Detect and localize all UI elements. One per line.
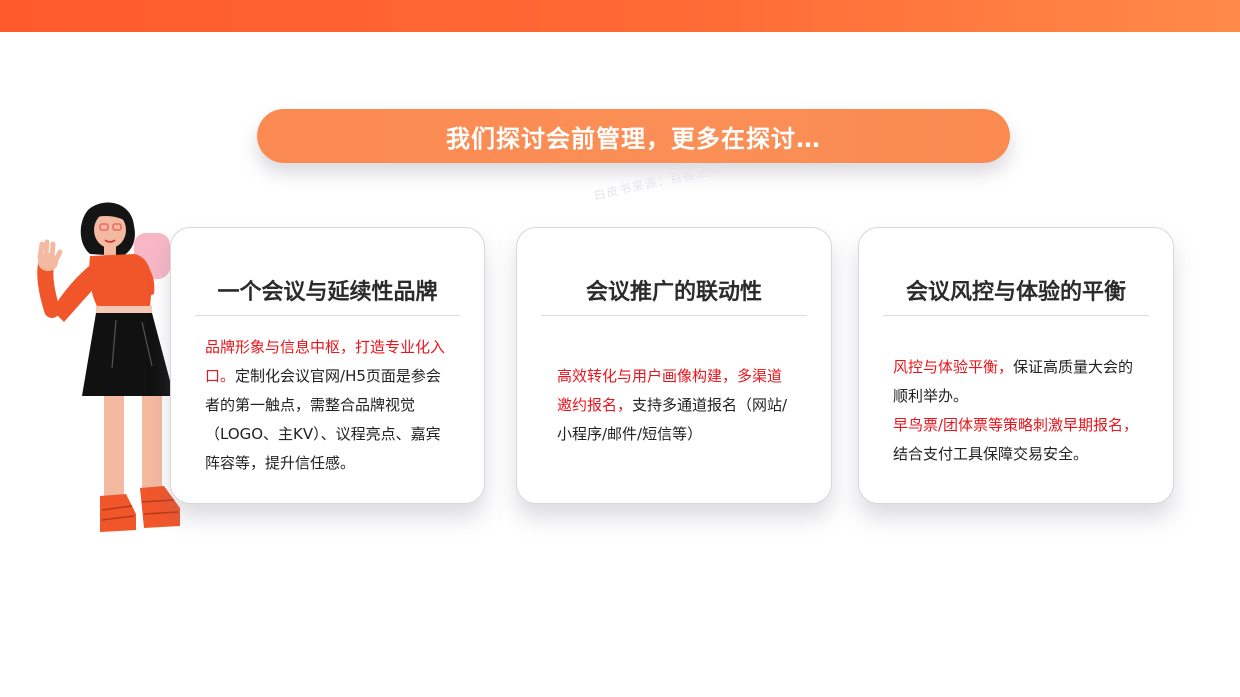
card-body-text-2: 结合支付工具保障交易安全。: [893, 445, 1089, 463]
card-divider: [195, 315, 460, 316]
card-body-text: 定制化会议官网/H5页面是参会者的第一触点，需整合品牌视觉（LOGO、主KV）、…: [205, 367, 441, 472]
card-title: 会议推广的联动性: [585, 280, 762, 305]
girl-illustration: [37, 202, 180, 532]
card-body: 风控与体验平衡，保证高质量大会的顺利举办。 早鸟票/团体票等策略刺激早期报名，结…: [893, 353, 1143, 469]
card-title: 会议风控与体验的平衡: [905, 280, 1126, 305]
card-title: 一个会议与延续性品牌: [217, 280, 438, 305]
card-divider: [883, 315, 1149, 316]
section-title: 我们探讨会前管理，更多在探讨…: [446, 124, 821, 153]
card-divider: [541, 315, 807, 316]
watermark-text: 白皮书来源：百格活动: [592, 161, 723, 203]
card-promotion: 会议推广的联动性 高效转化与用户画像构建，多渠道邀约报名，支持多通道报名（网站/…: [516, 227, 832, 504]
card-risk-control: 会议风控与体验的平衡 风控与体验平衡，保证高质量大会的顺利举办。 早鸟票/团体票…: [858, 227, 1174, 504]
card-highlight-text: 风控与体验平衡，: [893, 358, 1014, 376]
card-body: 高效转化与用户画像构建，多渠道邀约报名，支持多通道报名（网站/小程序/邮件/短信…: [557, 362, 793, 449]
card-body: 品牌形象与信息中枢，打造专业化入口。定制化会议官网/H5页面是参会者的第一触点，…: [205, 333, 454, 478]
card-brand: 一个会议与延续性品牌 品牌形象与信息中枢，打造专业化入口。定制化会议官网/H5页…: [170, 227, 485, 504]
top-accent-bar: [0, 0, 1240, 32]
section-title-banner: 我们探讨会前管理，更多在探讨…: [257, 109, 1010, 163]
card-highlight-text-2: 早鸟票/团体票等策略刺激早期报名，: [893, 416, 1139, 434]
